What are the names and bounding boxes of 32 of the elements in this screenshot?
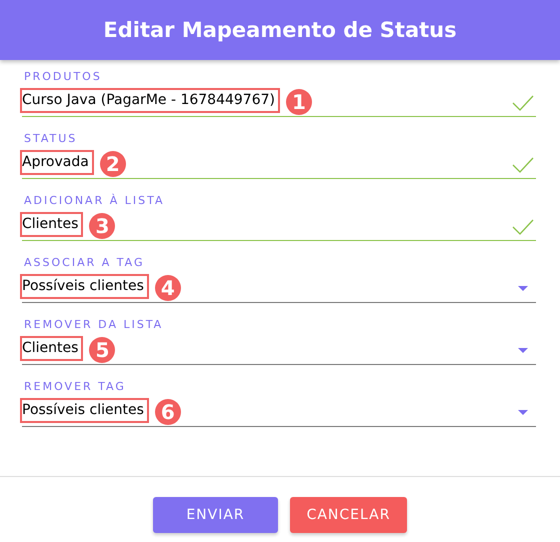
select-field[interactable]: Possíveis clientes 4: [22, 270, 536, 303]
input-field[interactable]: Curso Java (PagarMe - 1678449767) 1: [22, 84, 536, 117]
select-field[interactable]: Clientes 5: [22, 332, 536, 365]
field-value: Clientes: [20, 336, 84, 360]
field-value: Aprovada: [20, 150, 94, 174]
dialog-title: Editar Mapeamento de Status: [103, 18, 457, 42]
number-badge: 2: [100, 151, 126, 177]
check-icon: [512, 219, 534, 235]
field-value: Curso Java (PagarMe - 1678449767): [20, 88, 280, 112]
number-badge: 3: [89, 213, 116, 239]
number-badge: 5: [89, 337, 116, 363]
field-label: STATUS: [24, 132, 78, 146]
caret-icon[interactable]: [518, 410, 528, 416]
select-field[interactable]: Possíveis clientes 6: [22, 394, 536, 427]
submit-button[interactable]: ENVIAR: [153, 497, 278, 533]
input-field[interactable]: Clientes 3: [22, 208, 536, 241]
caret-icon[interactable]: [518, 348, 528, 354]
field-label: ASSOCIAR A TAG: [24, 256, 146, 270]
field-value: Possíveis clientes: [20, 274, 149, 298]
number-badge: 1: [286, 89, 312, 115]
field-value: Possíveis clientes: [20, 398, 149, 422]
check-icon: [512, 157, 534, 173]
field-value: Clientes: [20, 212, 84, 236]
field-label: ADICIONAR À LISTA: [24, 194, 166, 208]
check-icon: [512, 95, 534, 111]
caret-icon[interactable]: [518, 286, 528, 292]
number-badge: 4: [154, 275, 181, 301]
number-badge: 6: [154, 399, 181, 425]
field-label: REMOVER DA LISTA: [24, 318, 164, 332]
input-field[interactable]: Aprovada 2: [22, 146, 536, 179]
field-label: PRODUTOS: [24, 70, 103, 84]
field-label: REMOVER TAG: [24, 380, 127, 394]
